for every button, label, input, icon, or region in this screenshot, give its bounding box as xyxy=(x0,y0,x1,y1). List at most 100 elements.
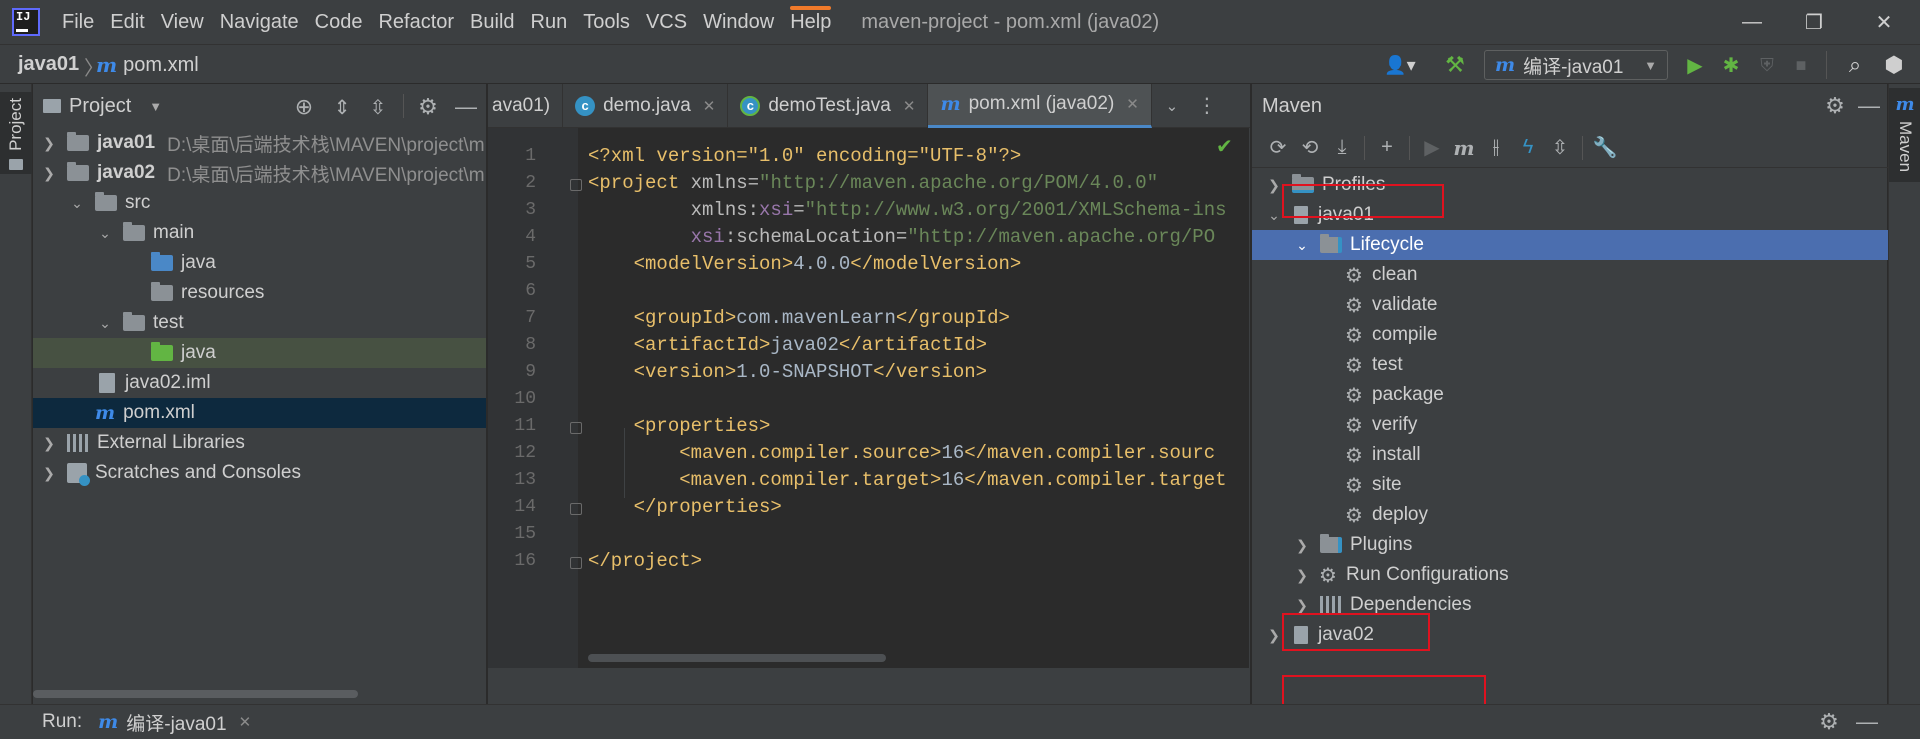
tree-item-plugins[interactable]: ❯ Plugins xyxy=(1252,530,1888,560)
maven-tool-button[interactable]: m Maven xyxy=(1889,88,1920,182)
chevron-right-icon[interactable]: ❯ xyxy=(39,135,59,152)
goal-deploy[interactable]: ⚙ deploy xyxy=(1252,500,1888,530)
minimize-button[interactable]: — xyxy=(1724,0,1780,44)
tree-item-external-libraries[interactable]: ❯ External Libraries xyxy=(33,428,486,458)
tree-item-java02-iml[interactable]: java02.iml xyxy=(33,368,486,398)
chevron-right-icon[interactable]: ❯ xyxy=(39,465,59,482)
menu-vcs[interactable]: VCS xyxy=(638,0,695,44)
goal-site[interactable]: ⚙ site xyxy=(1252,470,1888,500)
menu-view[interactable]: View xyxy=(153,0,212,44)
close-window-button[interactable]: ✕ xyxy=(1856,0,1912,44)
execute-maven-goal-icon[interactable]: m xyxy=(1448,132,1480,164)
chevron-right-icon[interactable]: ❯ xyxy=(1264,177,1284,194)
tab-pom-xml[interactable]: m pom.xml (java02) ✕ xyxy=(928,83,1152,128)
chevron-right-icon[interactable]: ❯ xyxy=(1264,627,1284,644)
horizontal-scrollbar[interactable] xyxy=(588,654,886,662)
menu-navigate[interactable]: Navigate xyxy=(212,0,307,44)
add-icon[interactable]: + xyxy=(1371,132,1403,164)
tree-item-profiles[interactable]: ❯ Profiles xyxy=(1252,170,1888,200)
ide-features-icon[interactable]: ⬢ xyxy=(1878,51,1910,79)
gear-icon[interactable]: ⚙ xyxy=(1822,93,1848,119)
restore-button[interactable]: ❐ xyxy=(1786,0,1842,44)
fold-marker-icon[interactable] xyxy=(570,422,582,434)
menu-file[interactable]: File xyxy=(54,0,102,44)
chevron-right-icon[interactable]: ❯ xyxy=(39,435,59,452)
tree-item-java01[interactable]: ❯ java01 D:\桌面\后端技术栈\MAVEN\project\m xyxy=(33,128,486,158)
run-icon[interactable]: ▶ xyxy=(1680,51,1710,79)
run-tab[interactable]: m 编译-java01 ✕ xyxy=(98,709,251,736)
inspection-ok-icon[interactable]: ✔ xyxy=(1216,134,1233,159)
expand-all-icon[interactable]: ⇕ xyxy=(329,94,355,120)
chevron-down-icon[interactable]: ⌄ xyxy=(95,315,115,332)
skip-tests-icon[interactable]: ϟ xyxy=(1512,132,1544,164)
tree-item-run-configurations[interactable]: ❯ ⚙ Run Configurations xyxy=(1252,560,1888,590)
breadcrumb-project[interactable]: java01 xyxy=(18,53,79,76)
search-icon[interactable]: ⌕ xyxy=(1840,51,1870,79)
gear-icon[interactable]: ⚙ xyxy=(415,94,441,120)
locate-target-icon[interactable]: ⊕ xyxy=(291,94,317,120)
reload-icon[interactable]: ⟳ xyxy=(1262,132,1294,164)
user-account-icon[interactable]: 👤▾ xyxy=(1380,51,1420,79)
menu-code[interactable]: Code xyxy=(307,0,371,44)
tree-item-java01[interactable]: ⌄ java01 xyxy=(1252,200,1888,230)
hide-panel-icon[interactable]: — xyxy=(1854,709,1880,735)
fold-marker-icon[interactable] xyxy=(570,503,582,515)
run-goal-icon[interactable]: ▶ xyxy=(1416,132,1448,164)
project-panel-title[interactable]: Project xyxy=(69,95,131,118)
menu-tools[interactable]: Tools xyxy=(575,0,638,44)
hide-panel-icon[interactable]: — xyxy=(1856,93,1882,119)
goal-install[interactable]: ⚙ install xyxy=(1252,440,1888,470)
chevron-down-icon[interactable]: ⌄ xyxy=(1292,237,1312,254)
tree-item-test[interactable]: ⌄ test xyxy=(33,308,486,338)
hide-panel-icon[interactable]: — xyxy=(453,94,479,120)
menu-window[interactable]: Window xyxy=(695,0,782,44)
close-icon[interactable]: ✕ xyxy=(903,97,916,115)
tree-item-scratches[interactable]: ❯ Scratches and Consoles xyxy=(33,458,486,488)
goal-clean[interactable]: ⚙ clean xyxy=(1252,260,1888,290)
download-icon[interactable]: ⤓ xyxy=(1326,132,1358,164)
coverage-icon[interactable]: ⛨ xyxy=(1752,51,1782,79)
tab-java01-partial[interactable]: ava01) xyxy=(488,83,564,128)
stop-icon[interactable]: ■ xyxy=(1786,51,1816,79)
tree-item-main-java[interactable]: java xyxy=(33,248,486,278)
chevron-right-icon[interactable]: ❯ xyxy=(1292,537,1312,554)
more-options-icon[interactable]: ⋮ xyxy=(1192,84,1222,128)
breadcrumb-file[interactable]: m pom.xml xyxy=(96,53,199,77)
tree-item-resources[interactable]: resources xyxy=(33,278,486,308)
chevron-down-icon[interactable]: ⌄ xyxy=(1264,207,1284,224)
toggle-offline-icon[interactable]: ⫲ xyxy=(1480,132,1512,164)
menu-run[interactable]: Run xyxy=(523,0,576,44)
fold-marker-icon[interactable] xyxy=(570,179,582,191)
menu-build[interactable]: Build xyxy=(462,0,522,44)
tree-item-test-java[interactable]: java xyxy=(33,338,486,368)
collapse-all-icon[interactable]: ⇳ xyxy=(365,94,391,120)
chevron-right-icon[interactable]: ❯ xyxy=(1292,567,1312,584)
tree-item-dependencies[interactable]: ❯ Dependencies xyxy=(1252,590,1888,620)
tree-item-main[interactable]: ⌄ main xyxy=(33,218,486,248)
chevron-down-icon[interactable]: ⌄ xyxy=(67,195,87,212)
code-editor[interactable]: 1 2 3 4 5 6 7 8 9 10 11 12 13 14 15 16 <… xyxy=(488,128,1250,668)
close-icon[interactable]: ✕ xyxy=(703,97,716,115)
chevron-down-icon[interactable]: ▼ xyxy=(149,99,162,114)
horizontal-scrollbar[interactable] xyxy=(33,690,358,698)
goal-test[interactable]: ⚙ test xyxy=(1252,350,1888,380)
tab-demotest-java[interactable]: c demoTest.java ✕ xyxy=(728,83,929,128)
debug-bug-icon[interactable]: ✱ xyxy=(1716,51,1746,79)
chevron-right-icon[interactable]: ❯ xyxy=(1292,597,1312,614)
tree-item-java02[interactable]: ❯ java02 D:\桌面\后端技术栈\MAVEN\project\m xyxy=(33,158,486,188)
tree-item-java02[interactable]: ❯ java02 xyxy=(1252,620,1888,650)
project-tool-button[interactable]: Project xyxy=(0,92,32,174)
menu-edit[interactable]: Edit xyxy=(102,0,152,44)
build-hammer-icon[interactable]: ⚒ xyxy=(1440,51,1470,79)
chevron-down-icon[interactable]: ❯ xyxy=(39,165,59,182)
chevron-down-icon[interactable]: ⌄ xyxy=(95,225,115,242)
menu-help[interactable]: Help xyxy=(782,0,839,44)
menu-refactor[interactable]: Refactor xyxy=(370,0,462,44)
fold-marker-icon[interactable] xyxy=(570,557,582,569)
tree-item-pom-xml[interactable]: m pom.xml xyxy=(33,398,486,428)
generate-sources-icon[interactable]: ⟲ xyxy=(1294,132,1326,164)
close-icon[interactable]: ✕ xyxy=(239,713,252,731)
wrench-settings-icon[interactable]: 🔧 xyxy=(1589,132,1621,164)
collapse-all-icon[interactable]: ⇳ xyxy=(1544,132,1576,164)
tab-demo-java[interactable]: c demo.java ✕ xyxy=(563,83,729,128)
